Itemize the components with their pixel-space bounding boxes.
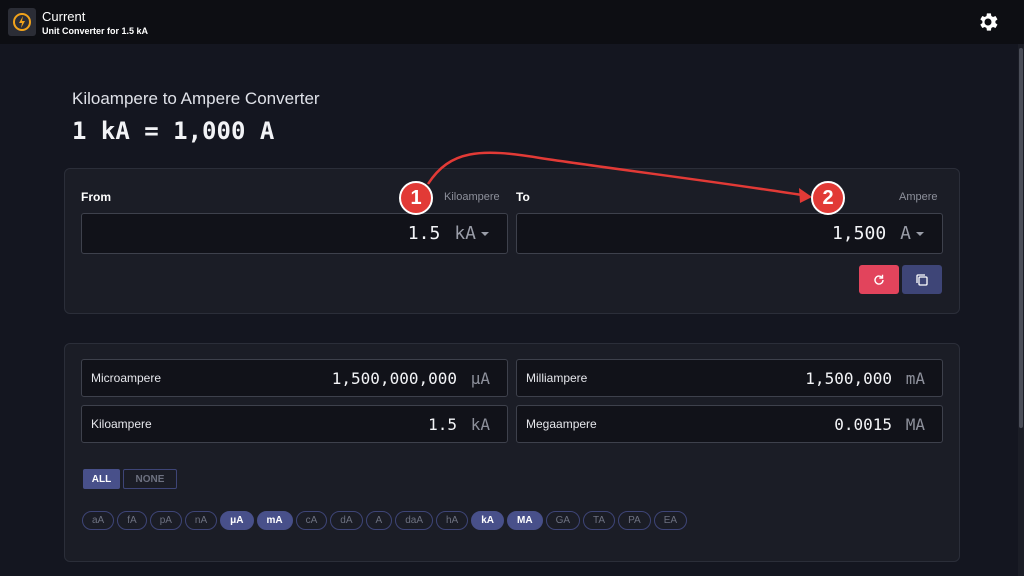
result-name: Microampere	[91, 371, 162, 385]
app-header: Current Unit Converter for 1.5 kA	[0, 0, 1024, 44]
result-milliampere[interactable]: Milliampere 1,500,000 mA	[516, 359, 943, 397]
result-unit: MA	[905, 415, 925, 434]
unit-chip[interactable]: kA	[471, 511, 505, 530]
annotation-badge-1: 1	[399, 181, 433, 215]
unit-chip[interactable]: EA	[653, 511, 688, 530]
app-subtitle: Unit Converter for 1.5 kA	[42, 26, 149, 36]
reset-button[interactable]	[859, 265, 899, 294]
to-value[interactable]: 1,500	[832, 223, 886, 244]
unit-chip[interactable]: A	[365, 511, 393, 530]
unit-chip[interactable]: fA	[117, 511, 147, 530]
conversion-equation: 1 kA = 1,000 A	[72, 117, 275, 145]
result-unit: mA	[905, 369, 925, 388]
copy-icon	[916, 273, 928, 286]
gear-icon[interactable]	[976, 10, 1000, 34]
result-name: Kiloampere	[91, 417, 152, 431]
unit-chip[interactable]: nA	[184, 511, 218, 530]
to-unit-select[interactable]: A	[900, 223, 911, 244]
result-unit: μA	[470, 369, 490, 388]
unit-chip[interactable]: aA	[82, 511, 115, 530]
to-unit-name: Ampere	[899, 191, 938, 203]
copy-button[interactable]	[902, 265, 942, 294]
unit-chip[interactable]: daA	[395, 511, 433, 530]
to-label: To	[516, 190, 530, 204]
result-value: 0.0015	[834, 415, 892, 434]
unit-chip[interactable]: GA	[545, 511, 581, 530]
result-value: 1,500,000,000	[331, 369, 457, 388]
chevron-down-icon[interactable]	[916, 231, 924, 236]
from-value[interactable]: 1.5	[408, 223, 441, 244]
app-title: Current	[42, 9, 86, 24]
select-none-button[interactable]: NONE	[123, 469, 177, 489]
result-value: 1,500,000	[805, 369, 892, 388]
page-title: Kiloampere to Ampere Converter	[72, 89, 320, 108]
from-unit-select[interactable]: kA	[454, 223, 476, 244]
result-megaampere[interactable]: Megaampere 0.0015 MA	[516, 405, 943, 443]
refresh-icon	[874, 274, 884, 285]
unit-chip[interactable]: mA	[256, 511, 293, 530]
result-name: Milliampere	[526, 371, 588, 385]
unit-chip[interactable]: hA	[436, 511, 469, 530]
unit-chip[interactable]: TA	[583, 511, 616, 530]
unit-chip[interactable]: dA	[330, 511, 363, 530]
unit-chip-list: aA fA pA nA μA mA cA dA AdaA hA kA MA GA TA PA EA	[82, 511, 688, 530]
select-all-button[interactable]: ALL	[83, 469, 120, 489]
result-name: Megaampere	[526, 417, 597, 431]
annotation-badge-2: 2	[811, 181, 845, 215]
unit-chip[interactable]: pA	[149, 511, 182, 530]
from-value-input[interactable]: 1.5 kA	[81, 213, 508, 254]
clock-bolt-icon	[8, 8, 36, 36]
scrollbar-thumb[interactable]	[1019, 48, 1023, 428]
unit-chip[interactable]: μA	[220, 511, 254, 530]
from-label: From	[81, 190, 111, 204]
from-unit-name: Kiloampere	[444, 191, 500, 203]
result-unit: kA	[470, 415, 490, 434]
chevron-down-icon[interactable]	[481, 231, 489, 236]
to-value-input[interactable]: 1,500 A	[516, 213, 943, 254]
result-kiloampere[interactable]: Kiloampere 1.5 kA	[81, 405, 508, 443]
result-value: 1.5	[428, 415, 457, 434]
unit-chip[interactable]: cA	[295, 511, 328, 530]
unit-chip[interactable]: MA	[507, 511, 543, 530]
unit-chip[interactable]: PA	[618, 511, 651, 530]
result-microampere[interactable]: Microampere 1,500,000,000 μA	[81, 359, 508, 397]
